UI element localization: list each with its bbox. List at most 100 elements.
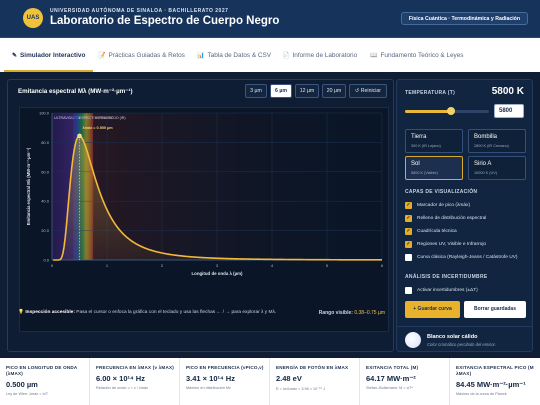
stat-label: EXITANCIA TOTAL (M) xyxy=(366,365,419,370)
chart-title: Emitancia espectral Mλ (MW·m⁻²·µm⁻¹) xyxy=(18,88,133,95)
preset-sub: 2800 K (IR Cercano) xyxy=(474,144,509,148)
layer-label: Cuadrícula técnica xyxy=(417,229,457,234)
temperature-input[interactable]: 5800 xyxy=(494,104,524,118)
range-label: Rango visible: xyxy=(318,310,353,316)
checkbox-checked-icon[interactable]: ✓ xyxy=(405,228,412,235)
stat-note: E = hc/λmáx = 3.96 × 10⁻¹⁹ J xyxy=(276,387,326,391)
stat-value: 6.00 × 10¹⁴ Hz xyxy=(96,374,145,383)
x-tick-label: 5 xyxy=(326,263,329,268)
hint-bold: Inspección accesible: xyxy=(25,310,75,315)
star-color-description: Color cromático percibido del emisor. xyxy=(427,342,496,347)
layer-grid[interactable]: ✓ Cuadrícula técnica xyxy=(405,228,530,236)
reset-button[interactable]: ↺ Reiniciar xyxy=(349,84,387,98)
y-tick-label: 40.0 xyxy=(41,199,50,204)
stat-note: Stefan–Boltzmann: M = σT⁴ xyxy=(366,386,413,390)
x-axis-label: Longitud de onda λ (µm) xyxy=(191,271,243,276)
stat-peak-spectral-exitance: EXITANCIA ESPECTRAL PICO (M λMAX) 84.45 M… xyxy=(450,358,540,405)
y-tick-label: 80.0 xyxy=(41,140,50,145)
region-label: INFRARROJO (IR) xyxy=(95,116,125,120)
accessibility-hint: 💡 Inspección accesible: Pasa el cursor o… xyxy=(18,310,308,315)
star-color-name: Blanco solar cálido xyxy=(427,334,478,340)
uncertainty-label: ANÁLISIS DE INCERTIDUMBRE xyxy=(405,274,488,280)
stat-label: PICO EN FRECUENCIA (νPICO,ν) xyxy=(186,365,264,370)
peak-marker-dot xyxy=(77,133,82,139)
layers-label: CAPAS DE VISUALIZACIÓN xyxy=(405,189,478,195)
preset-sub: 5800 K (Visible) xyxy=(411,171,438,175)
checkbox-checked-icon[interactable]: ✓ xyxy=(405,202,412,209)
temperature-value: 5800 K xyxy=(491,86,524,97)
stat-note: Máximo de la curva de Planck xyxy=(456,392,507,396)
tab-tabla[interactable]: 📊 Tabla de Datos & CSV xyxy=(189,38,279,72)
pencil-icon: ✎ xyxy=(12,53,18,59)
tab-simulador[interactable]: ✎ Simulador Interactivo xyxy=(4,38,94,72)
stat-value: 64.17 MW·m⁻² xyxy=(366,374,416,383)
visible-range: Rango visible: 0.38–0.75 µm xyxy=(319,310,385,316)
preset-sol[interactable]: Sol 5800 K (Visible) xyxy=(405,156,463,180)
results-bar: PICO EN LONGITUD DE ONDA (λMAX) 0.500 µm L… xyxy=(0,358,540,405)
tab-label: Simulador Interactivo xyxy=(20,52,86,59)
slider-fill xyxy=(405,110,452,113)
spectrum-plot[interactable]: ULTRAVIOLETAESPECTRO VISIBLEINFRARROJO (… xyxy=(19,107,389,332)
tab-label: Tabla de Datos & CSV xyxy=(207,52,272,59)
stat-value: 0.500 µm xyxy=(6,380,38,389)
checkbox-unchecked-icon[interactable] xyxy=(405,287,412,294)
stat-note: Máximo en distribución Mν xyxy=(186,386,231,390)
control-sidebar: TEMPERATURA (T) 5800 K 5800 Tierra 300 K … xyxy=(396,79,533,352)
memo-icon: 📝 xyxy=(98,53,106,59)
y-tick-label: 20.0 xyxy=(41,228,50,233)
uncertainty-toggle[interactable]: Activar incertidumbres (±ΔT) xyxy=(405,287,530,295)
preset-sirio[interactable]: Sirio A 10000 K (UV) xyxy=(468,156,526,180)
layer-label: Marcador de pico (λmáx) xyxy=(417,203,471,208)
slider-handle[interactable] xyxy=(447,107,456,115)
x-tick-label: 3 xyxy=(216,263,219,268)
clear-saved-button[interactable]: Borrar guardadas xyxy=(464,301,526,318)
tab-practicas[interactable]: 📝 Prácticas Guiadas & Retos xyxy=(90,38,193,72)
range-20um-button[interactable]: 20 µm xyxy=(322,84,346,98)
layer-fill[interactable]: ✓ Relleno de distribución espectral xyxy=(405,215,530,223)
tab-label: Fundamento Teórico & Leyes xyxy=(380,52,464,59)
y-tick-label: 60.0 xyxy=(41,169,50,174)
preset-name: Sirio A xyxy=(474,161,492,167)
emitter-color-card: Blanco solar cálido Color cromático perc… xyxy=(397,326,532,352)
save-curve-button[interactable]: + Guardar curva xyxy=(405,301,460,318)
preset-name: Sol xyxy=(411,161,420,167)
temperature-slider[interactable] xyxy=(405,107,489,115)
stat-note: Relación de onda: ν = c / λmáx xyxy=(96,386,149,390)
stat-label: PICO EN LONGITUD DE ONDA (λMAX) xyxy=(6,365,78,376)
checkbox-checked-icon[interactable]: ✓ xyxy=(405,241,412,248)
preset-name: Tierra xyxy=(411,134,427,140)
university-logo: UAS xyxy=(23,8,43,28)
preset-tierra[interactable]: Tierra 300 K (IR Lejano) xyxy=(405,129,463,153)
stat-value: 3.41 × 10¹⁴ Hz xyxy=(186,374,235,383)
layer-regions[interactable]: ✓ Regiones UV, Visible e Infrarrojo xyxy=(405,241,530,249)
document-icon: 📄 xyxy=(282,53,290,59)
stat-photon-energy: ENERGÍA DE FOTÓN EN λMAX 2.48 eV E = hc/λm… xyxy=(270,358,360,405)
tab-informe[interactable]: 📄 Informe de Laboratorio xyxy=(274,38,365,72)
topic-badge: Física Cuántica · Termodinámica y Radiac… xyxy=(400,12,528,25)
layer-label: Regiones UV, Visible e Infrarrojo xyxy=(417,242,487,247)
checkbox-unchecked-icon[interactable] xyxy=(405,254,412,261)
preset-bombilla[interactable]: Bombilla 2800 K (IR Cercano) xyxy=(468,129,526,153)
y-axis-label: Emitancia espectral Mλ (MW·m⁻²·µm⁻¹) xyxy=(26,147,31,225)
x-tick-label: 0 xyxy=(51,263,54,268)
peak-label: λmáx = 0.500 µm xyxy=(83,126,114,130)
preset-sub: 300 K (IR Lejano) xyxy=(411,144,441,148)
tab-fundamento[interactable]: 📖 Fundamento Teórico & Leyes xyxy=(362,38,472,72)
spectrum-chart[interactable]: ULTRAVIOLETAESPECTRO VISIBLEINFRARROJO (… xyxy=(20,108,390,333)
checkbox-checked-icon[interactable]: ✓ xyxy=(405,215,412,222)
tab-label: Prácticas Guiadas & Retos xyxy=(108,52,185,59)
layer-classical-curve[interactable]: Curva clásica (Rayleigh-Jeans / Catástro… xyxy=(405,254,530,262)
stat-value: 84.45 MW·m⁻²·µm⁻¹ xyxy=(456,380,526,389)
range-3um-button[interactable]: 3 µm xyxy=(245,84,267,98)
temperature-label: TEMPERATURA (T) xyxy=(405,90,456,96)
stat-total-exitance: EXITANCIA TOTAL (M) 64.17 MW·m⁻² Stefan–Bo… xyxy=(360,358,450,405)
range-12um-button[interactable]: 12 µm xyxy=(295,84,319,98)
x-tick-label: 6 xyxy=(381,263,384,268)
x-tick-label: 1 xyxy=(106,263,109,268)
tab-label: Informe de Laboratorio xyxy=(292,52,358,59)
range-6um-button[interactable]: 6 µm xyxy=(270,84,292,98)
stat-note: Ley de Wien: λmáx = b/T xyxy=(6,392,49,396)
layer-peak-marker[interactable]: ✓ Marcador de pico (λmáx) xyxy=(405,202,530,210)
layer-label: Relleno de distribución espectral xyxy=(417,216,487,221)
info-icon: 💡 xyxy=(18,310,24,315)
